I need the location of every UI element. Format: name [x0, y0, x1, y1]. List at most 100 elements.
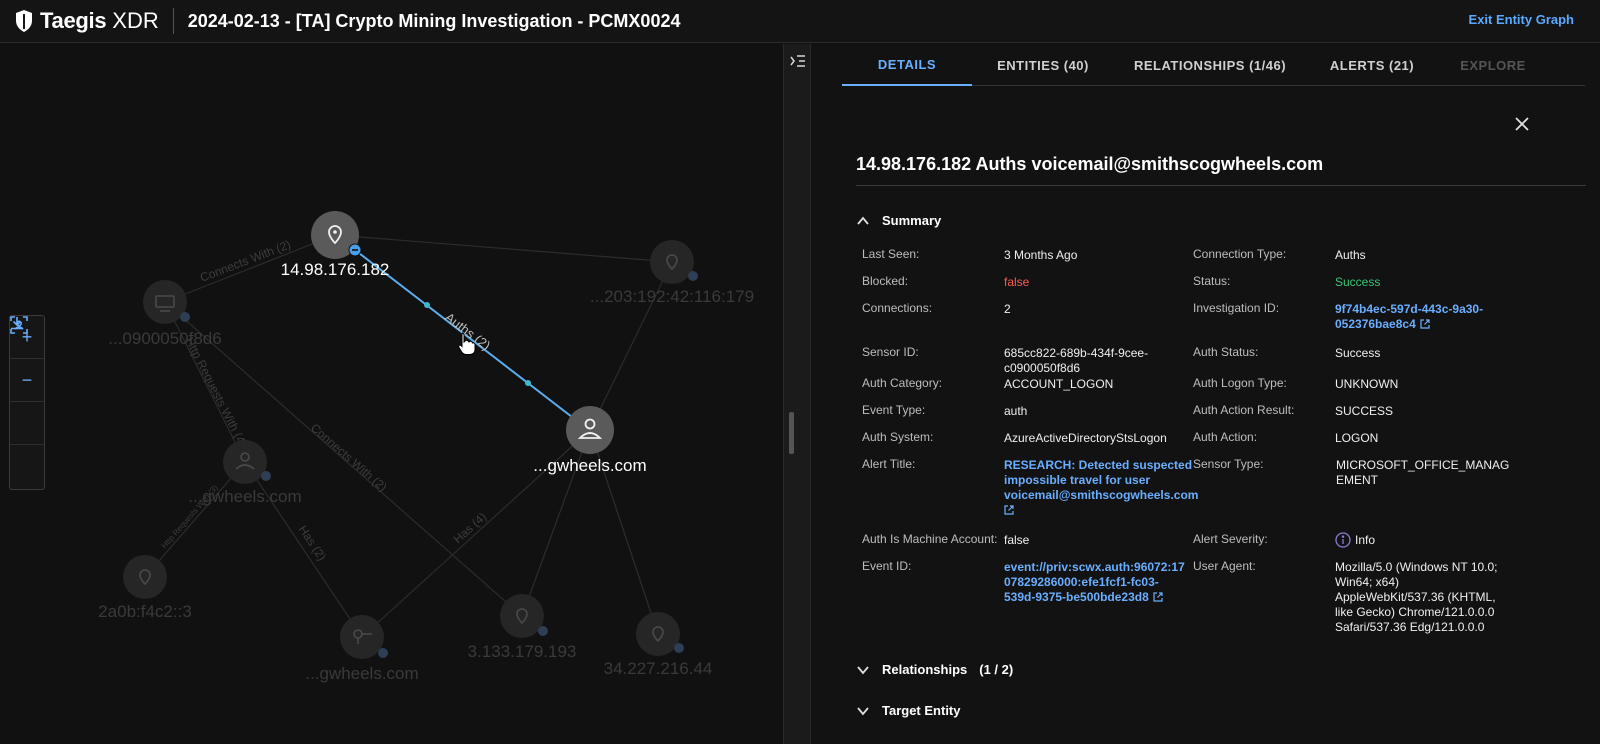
alert-title-line1: RESEARCH: Detected suspected	[1004, 458, 1193, 472]
external-link-icon	[1004, 505, 1014, 515]
tab-entities[interactable]: ENTITIES (40)	[972, 44, 1114, 86]
sensor-type-line1: MICROSOFT_OFFICE_MANAG	[1336, 458, 1510, 472]
node-user-b-label: ...gwheels.com	[188, 487, 301, 506]
node-ip-d[interactable]: 34.227.216.44	[604, 612, 713, 678]
alert-severity-text: Info	[1355, 532, 1376, 547]
tab-alerts[interactable]: ALERTS (21)	[1306, 44, 1438, 86]
node-ip-main[interactable]: 14.98.176.182	[281, 211, 390, 279]
investigation-id-line2: 052376bae8c4	[1335, 317, 1416, 331]
fit-to-screen-button[interactable]	[10, 316, 44, 445]
event-id-link[interactable]: event://priv:scwx.auth:96072:17 07829286…	[1004, 560, 1185, 605]
edge-label-has1: Has (2)	[296, 523, 330, 563]
node-ip-d-label: 34.227.216.44	[604, 659, 713, 678]
auth-logon-type-label: Auth Logon Type:	[1193, 376, 1287, 390]
edge-label-connects2: Connects With (2)	[308, 421, 390, 495]
alert-severity-value: Info	[1335, 532, 1375, 548]
node-key-label: ...gwheels.com	[305, 664, 418, 683]
auth-logon-type-value: UNKNOWN	[1335, 377, 1399, 391]
title-divider	[856, 185, 1586, 186]
user-agent-value: Mozilla/5.0 (Windows NT 10.0; Win64; x64…	[1335, 560, 1498, 635]
auth-status-label: Auth Status:	[1193, 345, 1259, 359]
page-title: 2024-02-13 - [TA] Crypto Mining Investig…	[187, 10, 681, 31]
sensor-type-value: MICROSOFT_OFFICE_MANAG EMENT	[1336, 458, 1509, 488]
tab-details[interactable]: DETAILS	[842, 44, 972, 86]
status-value: Success	[1335, 275, 1381, 289]
summary-label: Summary	[882, 213, 942, 228]
download-icon	[11, 317, 23, 330]
node-ip-c-label: 3.133.179.193	[468, 642, 577, 661]
edge-midpoint-1	[424, 302, 430, 308]
panel-tabs: DETAILS ENTITIES (40) RELATIONSHIPS (1/4…	[842, 44, 1585, 86]
logo-sub: XDR	[112, 8, 159, 33]
auth-status-value: Success	[1335, 346, 1381, 360]
connection-type-value: Auths	[1335, 248, 1366, 262]
node-ip-a[interactable]: ...203:192:42:116:179	[590, 240, 754, 306]
auth-system-value: AzureActiveDirectoryStsLogon	[1004, 431, 1167, 445]
edge-label-connects1: Connects With (2)	[198, 237, 293, 284]
graph-svg[interactable]: Connects With (2) Http Requests With (4)…	[0, 44, 783, 744]
investigation-id-label: Investigation ID:	[1193, 301, 1280, 315]
alert-title-line2: impossible travel for user	[1004, 473, 1151, 487]
resize-handle[interactable]	[789, 412, 794, 454]
node-ip-c[interactable]: 3.133.179.193	[468, 594, 577, 661]
download-button[interactable]	[10, 317, 44, 488]
node-user-b[interactable]: ...gwheels.com	[188, 440, 302, 506]
last-seen-value: 3 Months Ago	[1004, 248, 1078, 262]
chevron-up-icon	[857, 216, 869, 225]
event-type-label: Event Type:	[862, 403, 926, 417]
event-id-line2: 07829286000:efe1fcf1-fc03-	[1004, 575, 1159, 589]
alert-severity-label: Alert Severity:	[1193, 532, 1268, 546]
logo-text: Taegis	[40, 8, 107, 33]
relationship-title: 14.98.176.182 Auths voicemail@smithscogw…	[856, 154, 1324, 174]
header-divider	[172, 8, 174, 34]
node-user-main[interactable]: ...gwheels.com	[533, 406, 647, 475]
sensor-id-value: 685cc822-689b-434f-9cee- c0900050f8d6	[1004, 346, 1148, 376]
info-icon	[1335, 532, 1351, 548]
node-ip-b[interactable]: 2a0b:f4c2::3	[98, 555, 192, 621]
connections-value: 2	[1004, 302, 1011, 316]
entity-graph-canvas[interactable]: Connects With (2) Http Requests With (4)…	[0, 44, 783, 744]
edge-midpoint-2	[525, 380, 531, 386]
alert-title-line3: voicemail@smithscogwheels.com	[1004, 488, 1199, 502]
details-panel: DETAILS ENTITIES (40) RELATIONSHIPS (1/4…	[812, 44, 1600, 744]
panel-splitter[interactable]	[783, 44, 811, 744]
collapse-panel-icon[interactable]	[790, 54, 806, 68]
zoom-out-button[interactable]: −	[10, 359, 44, 402]
summary-section-toggle[interactable]: Summary	[856, 213, 941, 228]
shield-logo-icon	[16, 10, 32, 32]
chevron-down-icon	[857, 665, 869, 674]
auth-action-value: LOGON	[1335, 431, 1379, 445]
user-agent-line4: like Gecko) Chrome/121.0.0.0	[1335, 605, 1495, 619]
relationships-section-toggle[interactable]: Relationships (1 / 2)	[856, 662, 1013, 677]
investigation-id-line1: 9f74b4ec-597d-443c-9a30-	[1335, 302, 1484, 316]
exit-entity-graph-link[interactable]: Exit Entity Graph	[1469, 12, 1574, 27]
machine-account-value: false	[1004, 533, 1030, 547]
edge-label-has2: Has (4)	[451, 509, 490, 546]
auth-category-label: Auth Category:	[862, 376, 943, 390]
blocked-label: Blocked:	[862, 274, 909, 288]
relationships-label: Relationships	[882, 662, 968, 677]
investigation-id-link[interactable]: 9f74b4ec-597d-443c-9a30- 052376bae8c4	[1335, 302, 1483, 332]
node-ip-a-label: ...203:192:42:116:179	[590, 287, 754, 306]
machine-account-label: Auth Is Machine Account:	[862, 532, 998, 546]
user-agent-line2: Win64; x64)	[1335, 575, 1400, 589]
user-agent-label: User Agent:	[1193, 559, 1256, 573]
node-ip-b-label: 2a0b:f4c2::3	[98, 602, 192, 621]
node-host[interactable]: ...0900050f8d6	[108, 280, 222, 348]
external-link-icon	[1420, 319, 1430, 329]
last-seen-label: Last Seen:	[862, 247, 920, 261]
external-link-icon	[1153, 592, 1163, 602]
auth-action-result-label: Auth Action Result:	[1193, 403, 1295, 417]
event-id-label: Event ID:	[862, 559, 912, 573]
top-bar: Taegis XDR 2024-02-13 - [TA] Crypto Mini…	[0, 0, 1600, 43]
target-entity-section-toggle[interactable]: Target Entity	[856, 703, 961, 718]
node-host-label: ...0900050f8d6	[108, 329, 221, 348]
tab-relationships[interactable]: RELATIONSHIPS (1/46)	[1114, 44, 1306, 86]
close-icon[interactable]	[1514, 116, 1530, 132]
sensor-id-line2: c0900050f8d6	[1004, 361, 1081, 375]
taegis-logo[interactable]: Taegis XDR	[0, 0, 159, 43]
alert-title-link[interactable]: RESEARCH: Detected suspected impossible …	[1004, 458, 1198, 518]
node-key[interactable]: ...gwheels.com	[305, 615, 419, 683]
relationships-count: (1 / 2)	[979, 662, 1014, 677]
tab-explore[interactable]: EXPLORE	[1438, 44, 1548, 86]
